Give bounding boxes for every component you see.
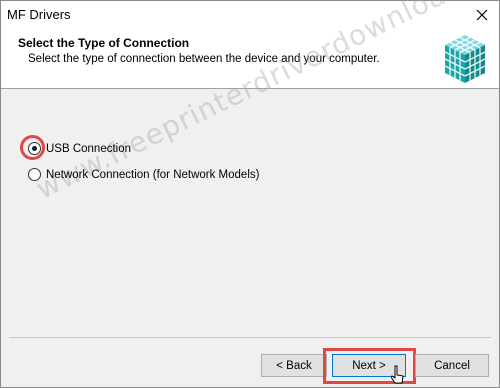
footer-divider [9,337,491,338]
close-icon [476,9,488,21]
usb-connection-label: USB Connection [46,142,132,155]
close-button[interactable] [465,1,499,29]
network-radio-button[interactable] [28,168,41,181]
network-connection-label: Network Connection (for Network Models) [46,168,260,181]
page-title: Select the Type of Connection [18,36,190,50]
cancel-button[interactable]: Cancel [415,354,489,377]
mf-drivers-dialog: MF Drivers Select the Type of Connection… [0,0,500,388]
mouse-pointer-icon [391,365,404,384]
window-title: MF Drivers [7,7,71,22]
network-connection-option[interactable]: Network Connection (for Network Models) [28,168,259,181]
driver-cube-logo-icon [444,35,486,83]
usb-highlight-circle [20,135,45,160]
content-area [1,90,499,336]
back-button[interactable]: < Back [261,354,327,377]
